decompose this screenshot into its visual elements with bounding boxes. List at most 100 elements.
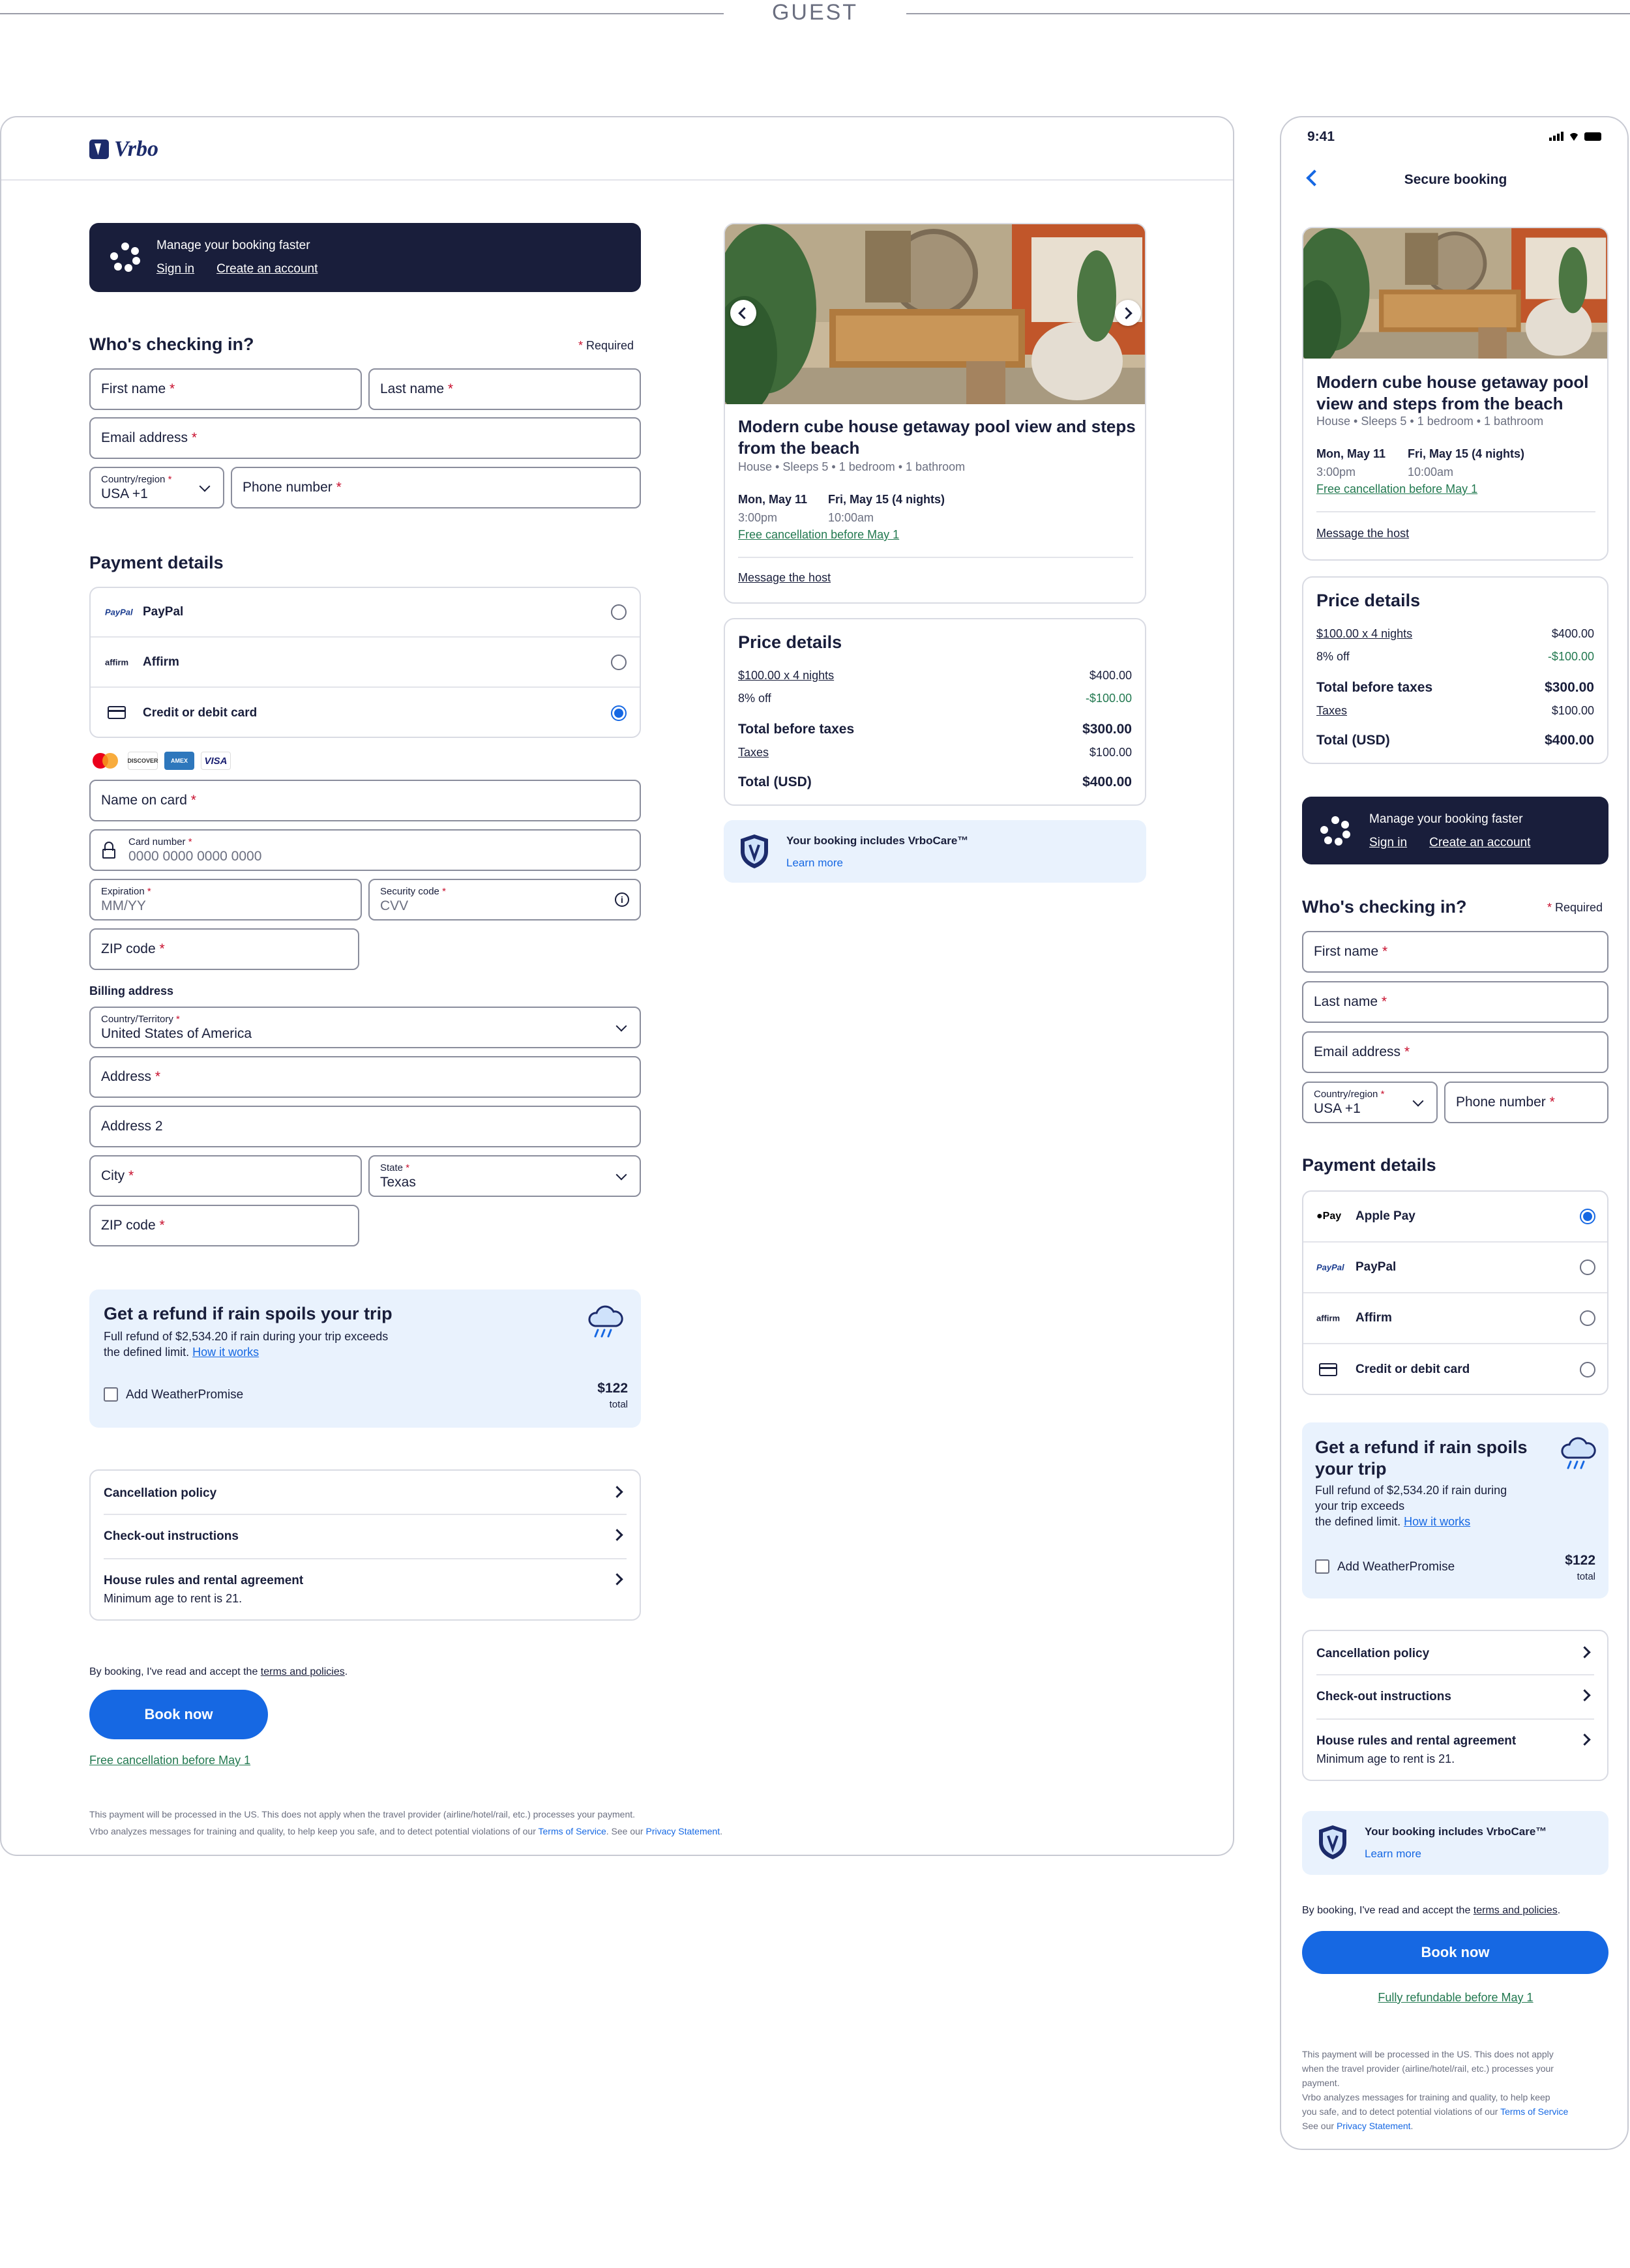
required-note: * Required xyxy=(1547,901,1603,914)
fully-refundable-link[interactable]: Fully refundable before May 1 xyxy=(1281,1991,1627,2005)
weather-checkbox[interactable] xyxy=(104,1387,118,1402)
billing-zip-field[interactable]: ZIP code * xyxy=(89,1205,359,1246)
checkout-instructions-row[interactable]: Check-out instructions xyxy=(91,1515,640,1558)
phone-field[interactable]: Phone number * xyxy=(1444,1082,1608,1123)
terms-of-service-link[interactable]: Terms of Service xyxy=(1500,2106,1568,2117)
payment-option-affirm[interactable]: affirm Affirm xyxy=(1303,1293,1607,1344)
payment-option-paypal[interactable]: PayPal PayPal xyxy=(91,588,640,638)
phone-field[interactable]: Phone number * xyxy=(231,467,641,508)
credit-card-icon xyxy=(108,706,126,719)
status-icons xyxy=(1549,132,1601,141)
first-name-field[interactable]: First name * xyxy=(89,368,362,410)
payment-option-card[interactable]: Credit or debit card xyxy=(91,688,640,738)
nightly-rate[interactable]: $100.00 x 4 nights xyxy=(1316,627,1412,641)
expiration-field[interactable]: Expiration * MM/YY xyxy=(89,879,362,920)
free-cancellation-link[interactable]: Free cancellation before May 1 xyxy=(1316,482,1477,496)
privacy-statement-link[interactable]: Privacy Statement xyxy=(1337,2121,1411,2131)
photo-next-button[interactable] xyxy=(1115,300,1141,326)
taxes-link[interactable]: Taxes xyxy=(1316,704,1347,718)
sign-in-link[interactable]: Sign in xyxy=(156,262,194,276)
photo-prev-button[interactable] xyxy=(730,300,756,326)
cancellation-policy-row[interactable]: Cancellation policy xyxy=(91,1471,640,1514)
card-number-field[interactable]: Card number * 0000 0000 0000 0000 xyxy=(89,829,641,871)
radio-button[interactable] xyxy=(611,705,627,721)
vrbo-logo[interactable]: Vrbo xyxy=(89,137,158,162)
last-name-field[interactable]: Last name * xyxy=(1302,981,1608,1023)
book-now-button[interactable]: Book now xyxy=(1302,1931,1608,1974)
payment-option-apple-pay[interactable]: ●Pay Apple Pay xyxy=(1303,1192,1607,1243)
policies-list: Cancellation policy Check-out instructio… xyxy=(1302,1630,1608,1781)
create-account-link[interactable]: Create an account xyxy=(1429,836,1530,850)
manage-booking-banner: Manage your booking faster Sign in Creat… xyxy=(1302,797,1608,864)
billing-country-select[interactable]: Country/Territory * United States of Ame… xyxy=(89,1007,641,1048)
radio-button[interactable] xyxy=(611,604,627,620)
payment-option-card[interactable]: Credit or debit card xyxy=(1303,1344,1607,1395)
free-cancellation-link[interactable]: Free cancellation before May 1 xyxy=(738,528,899,542)
name-on-card-field[interactable]: Name on card * xyxy=(89,780,641,821)
country-select[interactable]: Country/region * USA +1 xyxy=(89,467,224,508)
checkout-instructions-row[interactable]: Check-out instructions xyxy=(1303,1675,1607,1718)
security-code-field[interactable]: Security code * CVV i xyxy=(368,879,641,920)
checkin-title: Who's checking in? xyxy=(1302,897,1467,917)
discover-icon: DISCOVER xyxy=(128,752,158,770)
checkin-time: 3:00pm xyxy=(1316,465,1356,479)
address-field[interactable]: Address * xyxy=(89,1056,641,1098)
state-select[interactable]: State * Texas xyxy=(368,1155,641,1197)
checkout-time: 10:00am xyxy=(828,511,874,524)
flower-icon xyxy=(110,243,140,272)
property-title: Modern cube house getaway pool view and … xyxy=(1316,372,1589,413)
sign-in-link[interactable]: Sign in xyxy=(1369,836,1407,850)
signal-icon xyxy=(1549,132,1563,141)
create-account-link[interactable]: Create an account xyxy=(216,262,318,276)
house-rules-row[interactable]: House rules and rental agreement Minimum… xyxy=(91,1559,640,1621)
price-details: Price details $100.00 x 4 nights $400.00… xyxy=(1302,576,1608,764)
how-it-works-link[interactable]: How it works xyxy=(192,1346,259,1359)
vrbocare-banner: Your booking includes VrboCare™ Learn mo… xyxy=(1302,1811,1608,1875)
book-now-button[interactable]: Book now xyxy=(89,1690,268,1739)
message-host-link[interactable]: Message the host xyxy=(738,571,831,585)
radio-button[interactable] xyxy=(1580,1310,1595,1326)
country-select[interactable]: Country/region * USA +1 xyxy=(1302,1082,1438,1123)
address2-field[interactable]: Address 2 xyxy=(89,1106,641,1147)
chevron-down-icon xyxy=(615,1169,627,1181)
radio-button[interactable] xyxy=(611,654,627,670)
payment-option-paypal[interactable]: PayPal PayPal xyxy=(1303,1243,1607,1293)
info-icon[interactable]: i xyxy=(615,892,629,907)
privacy-statement-link[interactable]: Privacy Statement xyxy=(645,1826,720,1836)
free-cancellation-link[interactable]: Free cancellation before May 1 xyxy=(89,1754,250,1767)
vrbocare-learn-more[interactable]: Learn more xyxy=(1365,1848,1421,1861)
weather-checkbox[interactable] xyxy=(1315,1559,1329,1574)
terms-link[interactable]: terms and policies xyxy=(261,1666,345,1677)
radio-button[interactable] xyxy=(1580,1209,1595,1224)
header: Vrbo xyxy=(1,117,1233,181)
section-label: GUEST xyxy=(771,0,859,25)
radio-button[interactable] xyxy=(1580,1362,1595,1377)
city-field[interactable]: City * xyxy=(89,1155,362,1197)
vrbocare-learn-more[interactable]: Learn more xyxy=(786,857,843,870)
price-title: Price details xyxy=(738,632,842,652)
cancellation-policy-row[interactable]: Cancellation policy xyxy=(1303,1631,1607,1674)
email-field[interactable]: Email address * xyxy=(1302,1031,1608,1073)
amex-icon: AMEX xyxy=(164,752,194,770)
divider xyxy=(906,13,1630,14)
email-field[interactable]: Email address * xyxy=(89,417,641,459)
last-name-field[interactable]: Last name * xyxy=(368,368,641,410)
terms-link[interactable]: terms and policies xyxy=(1474,1905,1558,1916)
vrbocare-title: Your booking includes VrboCare™ xyxy=(1365,1825,1547,1838)
terms-of-service-link[interactable]: Terms of Service xyxy=(539,1826,606,1836)
house-rules-row[interactable]: House rules and rental agreement Minimum… xyxy=(1303,1720,1607,1781)
radio-button[interactable] xyxy=(1580,1259,1595,1275)
vrbocare-title: Your booking includes VrboCare™ xyxy=(786,834,969,847)
paypal-icon: PayPal xyxy=(105,607,133,617)
mobile-frame: 9:41 Secure booking Modern cube house ge… xyxy=(1280,116,1629,2150)
first-name-field[interactable]: First name * xyxy=(1302,931,1608,973)
message-host-link[interactable]: Message the host xyxy=(1316,527,1409,540)
taxes-link[interactable]: Taxes xyxy=(738,746,769,759)
payment-option-affirm[interactable]: affirm Affirm xyxy=(91,638,640,688)
weather-price: $122 xyxy=(1565,1553,1595,1568)
zip-code-field[interactable]: ZIP code * xyxy=(89,928,359,970)
chevron-right-icon xyxy=(1578,1689,1591,1701)
how-it-works-link[interactable]: How it works xyxy=(1404,1515,1470,1528)
nightly-rate[interactable]: $100.00 x 4 nights xyxy=(738,669,834,683)
rain-cloud-icon xyxy=(1561,1437,1596,1469)
